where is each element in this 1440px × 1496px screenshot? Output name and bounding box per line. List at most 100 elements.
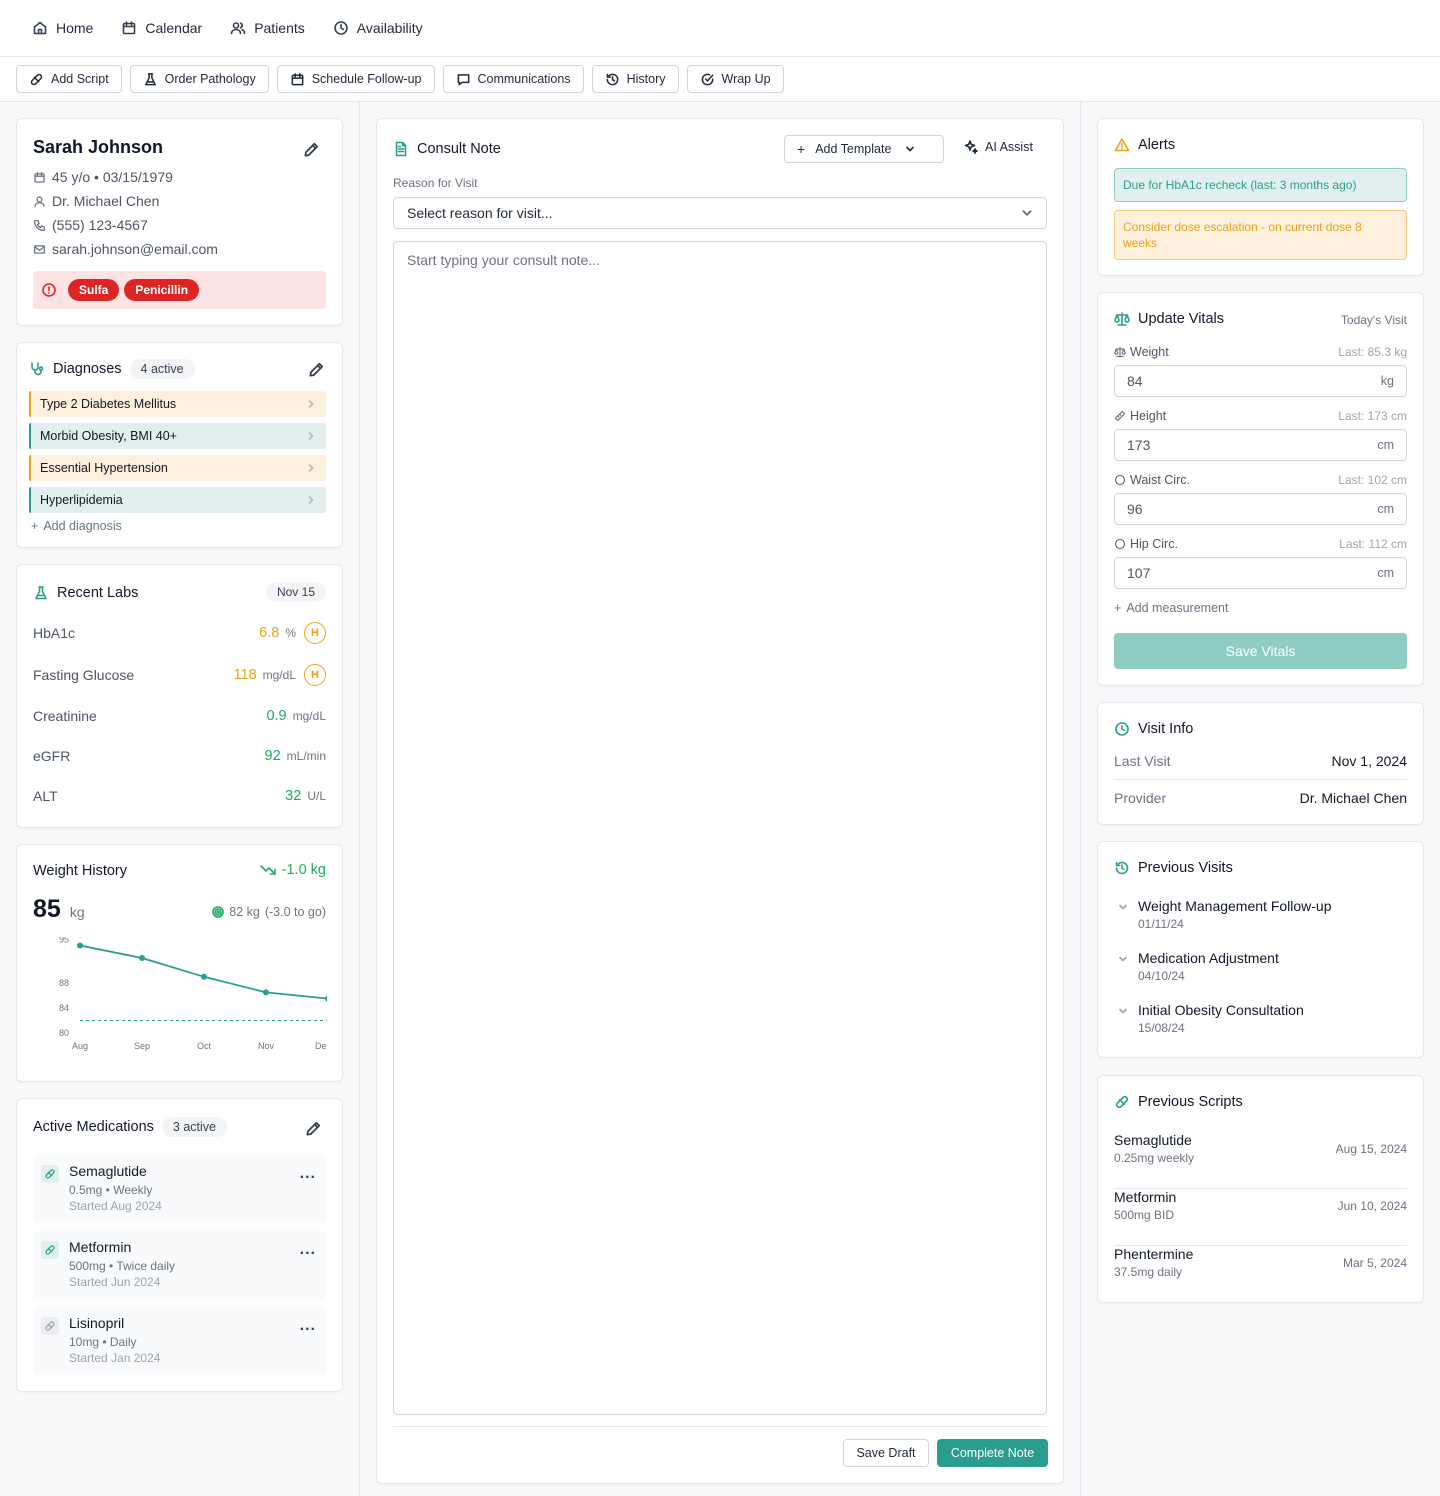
allergy-badge: Penicillin [124, 279, 200, 301]
previous-script-item[interactable]: Semaglutide 0.25mg weekly Aug 15, 2024 [1114, 1132, 1407, 1189]
vital-input[interactable]: 84 kg [1114, 365, 1407, 397]
add-measurement-button[interactable]: + Add measurement [1114, 601, 1228, 615]
more-options-button[interactable]: ... [300, 1317, 316, 1335]
vital-input[interactable]: 173 cm [1114, 429, 1407, 461]
diagnoses-title: Diagnoses [53, 361, 122, 377]
consult-note-textarea[interactable]: Start typing your consult note... [393, 241, 1047, 1415]
medication-start: Started Aug 2024 [69, 1199, 162, 1213]
diagnosis-item[interactable]: Essential Hypertension [29, 455, 326, 481]
pill-icon [41, 1317, 59, 1335]
chevron-down-icon [1021, 207, 1033, 219]
ai-assist-button[interactable]: AI Assist [963, 139, 1033, 155]
labs-title: Recent Labs [57, 585, 139, 601]
vitals-header: Update Vitals [1114, 311, 1224, 327]
previous-script-item[interactable]: Metformin 500mg BID Jun 10, 2024 [1114, 1189, 1407, 1246]
visit-info-title: Visit Info [1138, 721, 1194, 737]
vital-input[interactable]: 107 cm [1114, 557, 1407, 589]
script-dose: 0.25mg weekly [1114, 1151, 1195, 1165]
previous-scripts-card: Previous Scripts Semaglutide 0.25mg weekl… [1097, 1075, 1424, 1303]
nav-patients[interactable]: Patients [230, 20, 305, 36]
lab-value: 32 U/L [285, 788, 326, 804]
provider-label: Provider [1114, 790, 1167, 806]
lab-value: 6.8% H [259, 622, 326, 644]
weight-change-text: -1.0 kg [281, 862, 326, 878]
flask-icon [33, 585, 49, 601]
alerts-card: Alerts Due for HbA1c recheck (last: 3 mo… [1097, 118, 1424, 276]
file-text-icon [393, 141, 409, 157]
vital-input[interactable]: 96 cm [1114, 493, 1407, 525]
add-diagnosis-label: Add diagnosis [43, 519, 122, 533]
edit-icon[interactable] [304, 1120, 322, 1138]
save-draft-button[interactable]: Save Draft [843, 1439, 929, 1467]
weight-change: -1.0 kg [259, 862, 326, 878]
weight-series-line [79, 944, 327, 1000]
nav-calendar[interactable]: Calendar [121, 20, 202, 36]
lab-row: HbA1c 6.8% H [33, 622, 326, 644]
previous-visit-item[interactable]: Medication Adjustment 04/10/24 [1114, 950, 1407, 986]
history-label: History [626, 72, 666, 86]
complete-note-button[interactable]: Complete Note [937, 1439, 1048, 1467]
middle-column: Consult Note + Add Template AI Assist Re… [360, 102, 1081, 1496]
medication-name: Metformin [69, 1239, 132, 1255]
previous-script-item[interactable]: Phentermine 37.5mg daily Mar 5, 2024 [1114, 1246, 1407, 1303]
medications-title: Active Medications [33, 1119, 154, 1135]
consult-title: Consult Note [417, 141, 501, 157]
visit-info-card: Visit Info Last Visit Nov 1, 2024 Provid… [1097, 702, 1424, 825]
visit-name: Initial Obesity Consultation [1138, 1002, 1304, 1018]
current-weight-value: 85 [33, 895, 61, 923]
previous-visit-item[interactable]: Weight Management Follow-up 01/11/24 [1114, 898, 1407, 934]
previous-visit-item[interactable]: Initial Obesity Consultation 15/08/24 [1114, 1002, 1407, 1038]
diagnosis-item[interactable]: Morbid Obesity, BMI 40+ [29, 423, 326, 449]
edit-icon[interactable] [307, 361, 325, 379]
circle-icon [1114, 474, 1126, 486]
diagnoses-card: Diagnoses 4 active Type 2 Diabetes Melli… [16, 342, 343, 548]
lab-row: ALT 32 U/L [33, 785, 326, 807]
sparkles-icon [963, 139, 979, 155]
save-vitals-button[interactable]: Save Vitals [1114, 633, 1407, 669]
script-date: Jun 10, 2024 [1337, 1199, 1407, 1213]
nav-availability[interactable]: Availability [333, 20, 423, 36]
medications-header: Active Medications 3 active [33, 1117, 227, 1137]
patient-phone: (555) 123-4567 [33, 217, 148, 233]
order-pathology-button[interactable]: Order Pathology [129, 65, 269, 93]
communications-button[interactable]: Communications [442, 65, 584, 93]
high-flag-badge: H [304, 622, 326, 644]
lab-unit: mL/min [286, 749, 326, 763]
lab-number: 92 [264, 748, 281, 764]
medication-item[interactable]: Metformin 500mg • Twice daily Started Jun … [33, 1231, 326, 1299]
lab-unit: U/L [307, 789, 326, 803]
add-script-button[interactable]: Add Script [16, 65, 122, 93]
medication-item[interactable]: Lisinopril 10mg • Daily Started Jan 2024..… [33, 1307, 326, 1375]
labs-date-badge: Nov 15 [265, 582, 326, 602]
vital-label-text: Waist Circ. [1130, 473, 1190, 487]
calendar-icon [121, 20, 137, 36]
x-tick-label: Nov [258, 1041, 275, 1051]
add-template-button[interactable]: + Add Template [784, 135, 944, 163]
edit-icon[interactable] [302, 141, 320, 159]
lab-number: 6.8 [259, 625, 280, 641]
weight-history-card: Weight History -1.0 kg 85 kg 82 kg (-3.0… [16, 844, 343, 1082]
diagnosis-item[interactable]: Type 2 Diabetes Mellitus [29, 391, 326, 417]
more-options-button[interactable]: ... [300, 1241, 316, 1259]
chevron-right-icon [306, 463, 316, 473]
nav-patients-label: Patients [254, 20, 305, 36]
phone-icon [33, 219, 46, 232]
vital-label-text: Height [1130, 409, 1167, 423]
add-diagnosis-button[interactable]: + Add diagnosis [31, 519, 122, 533]
schedule-followup-button[interactable]: Schedule Follow-up [276, 65, 435, 93]
more-options-button[interactable]: ... [300, 1165, 316, 1183]
alerts-title: Alerts [1138, 137, 1176, 153]
medication-item[interactable]: Semaglutide 0.5mg • Weekly Started Aug 202… [33, 1155, 326, 1223]
provider-row: Provider Dr. Michael Chen [1114, 790, 1407, 806]
vital-input-value: 107 [1127, 565, 1151, 581]
nav-home[interactable]: Home [32, 20, 93, 36]
scale-icon [1114, 346, 1126, 358]
reason-label: Reason for Visit [393, 176, 478, 190]
pill-icon [1114, 1094, 1130, 1110]
reason-select[interactable]: Select reason for visit... [393, 197, 1047, 229]
chevron-down-icon [1118, 902, 1128, 912]
diagnosis-item[interactable]: Hyperlipidemia [29, 487, 326, 513]
script-date: Aug 15, 2024 [1335, 1142, 1407, 1156]
wrap-up-button[interactable]: Wrap Up [686, 65, 784, 93]
history-button[interactable]: History [591, 65, 679, 93]
